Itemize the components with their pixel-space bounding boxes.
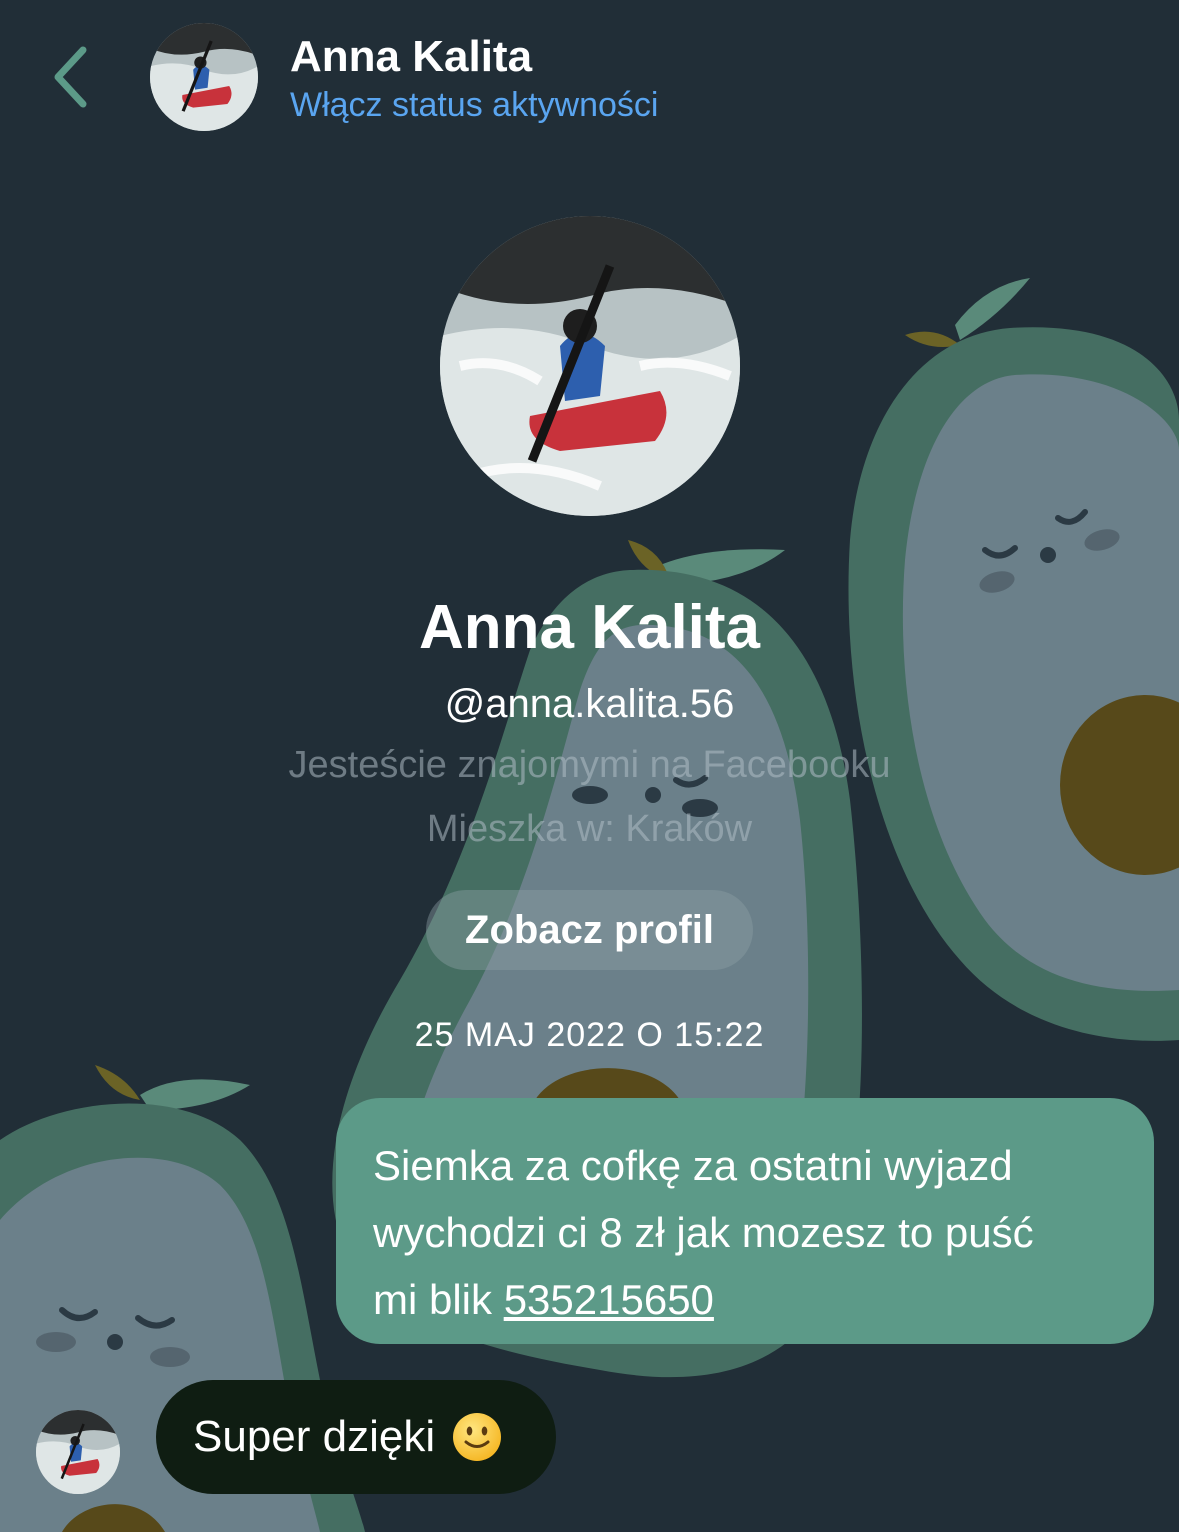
message-line: wychodzi ci 8 zł jak mozesz to puść (373, 1209, 1034, 1256)
profile-handle: @anna.kalita.56 (444, 682, 735, 726)
kayak-profile-photo (150, 23, 258, 131)
contact-avatar[interactable] (150, 23, 258, 131)
profile-name: Anna Kalita (418, 593, 761, 662)
contact-name[interactable]: Anna Kalita (290, 32, 532, 82)
outgoing-message-bubble[interactable]: Siemka za cofkę za ostatni wyjazd wychod… (336, 1098, 1154, 1344)
sender-avatar[interactable] (36, 1410, 120, 1494)
slightly-smiling-face-icon (453, 1413, 502, 1461)
phone-number-link[interactable]: 535215650 (504, 1276, 714, 1323)
incoming-message-bubble[interactable]: Super dzięki (156, 1380, 556, 1494)
conversation-timestamp: 25 MAJ 2022 O 15:22 (414, 1016, 765, 1054)
chevron-left-icon (54, 46, 87, 108)
location-note: Mieszka w: Kraków (426, 808, 753, 850)
message-text: mi blik (373, 1276, 504, 1323)
message-line: Siemka za cofkę za ostatni wyjazd (373, 1142, 1013, 1189)
activity-status-link[interactable]: Włącz status aktywności (290, 86, 658, 125)
view-profile-button[interactable]: Zobacz profil (426, 890, 753, 970)
message-text: Super dzięki (193, 1412, 436, 1461)
kayak-profile-photo (440, 216, 740, 516)
back-button[interactable] (48, 42, 96, 112)
profile-avatar (440, 216, 740, 516)
kayak-profile-photo (36, 1410, 120, 1494)
friends-note: Jesteście znajomymi na Facebooku (288, 744, 891, 786)
message-line: mi blik 535215650 (373, 1266, 1124, 1333)
